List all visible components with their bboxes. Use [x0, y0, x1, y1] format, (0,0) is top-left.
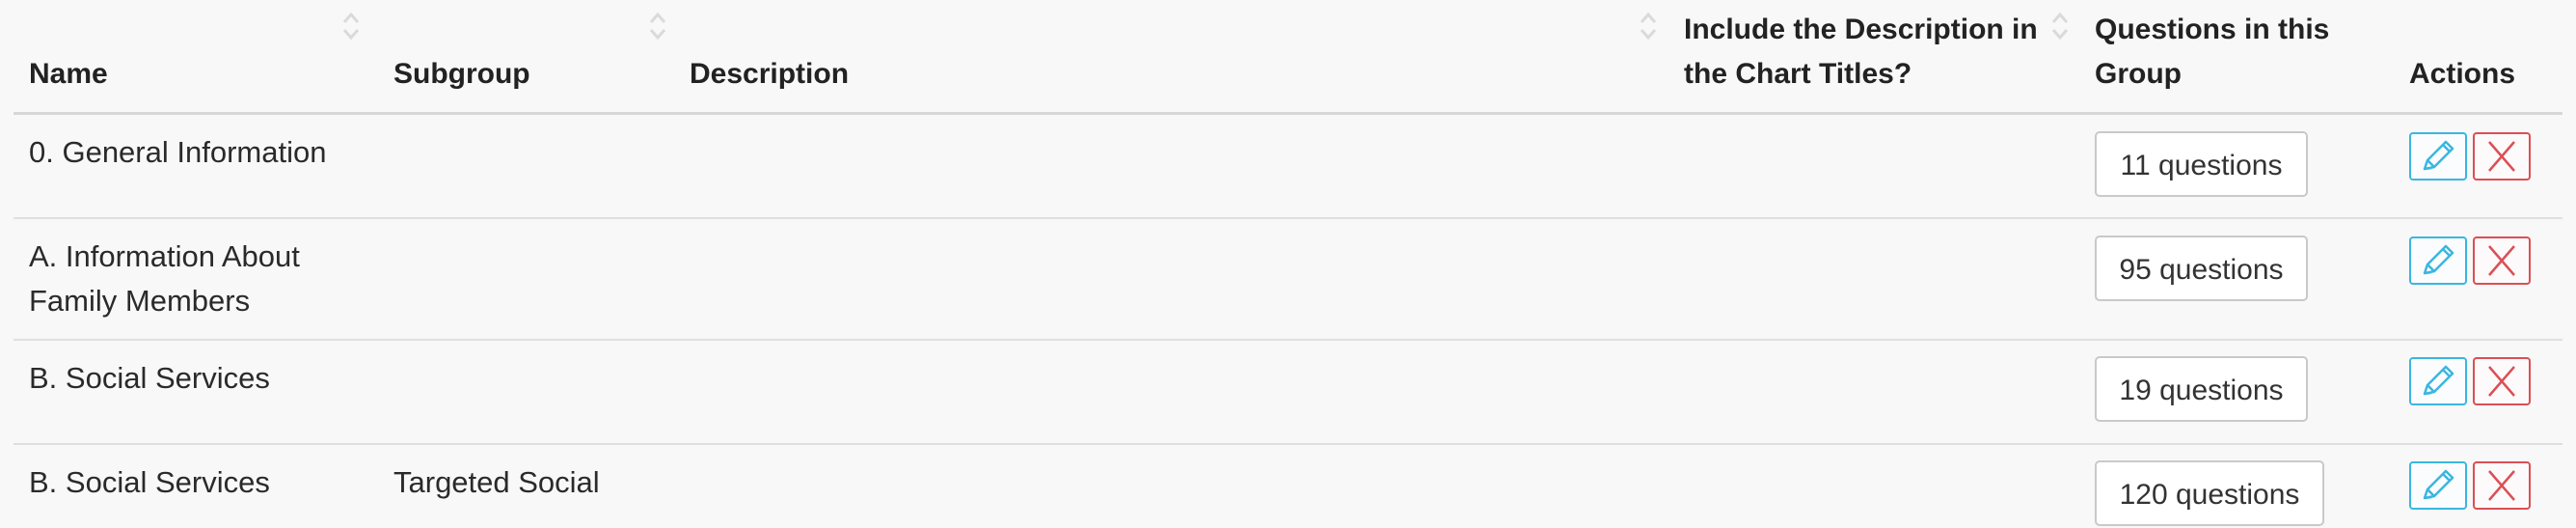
- sort-icon[interactable]: [341, 10, 361, 42]
- header-questions: Questions in this Group: [2095, 8, 2329, 97]
- pencil-icon: [2423, 365, 2454, 396]
- sort-icon[interactable]: [2050, 10, 2070, 42]
- row-name: A. Information About Family Members: [29, 239, 300, 318]
- delete-button[interactable]: [2473, 357, 2531, 405]
- header-include-description-line1: Include the Description in: [1684, 14, 2038, 45]
- row-name: B. Social Services: [29, 465, 270, 499]
- pencil-icon: [2423, 469, 2454, 500]
- header-questions-line2: Group: [2095, 58, 2182, 90]
- questions-count-button[interactable]: 11 questions: [2095, 131, 2308, 197]
- edit-button[interactable]: [2409, 461, 2467, 510]
- row-name: B. Social Services: [29, 361, 270, 395]
- edit-button[interactable]: [2409, 132, 2467, 181]
- questions-count-button[interactable]: 95 questions: [2095, 236, 2308, 301]
- delete-button[interactable]: [2473, 236, 2531, 285]
- header-subgroup[interactable]: Subgroup: [393, 52, 530, 97]
- pencil-icon: [2423, 140, 2454, 171]
- questions-count-button[interactable]: 19 questions: [2095, 356, 2308, 422]
- sort-icon[interactable]: [1639, 10, 1658, 42]
- table-row: B. Social Services Targeted Social 120 q…: [14, 445, 2562, 526]
- sort-icon[interactable]: [648, 10, 667, 42]
- question-groups-table: Name Subgroup Description Include the De…: [14, 0, 2562, 526]
- row-subgroup: Targeted Social: [393, 465, 600, 499]
- pencil-icon: [2423, 244, 2454, 275]
- edit-button[interactable]: [2409, 357, 2467, 405]
- questions-count-button[interactable]: 120 questions: [2095, 460, 2324, 526]
- edit-button[interactable]: [2409, 236, 2467, 285]
- header-include-description-line2: the Chart Titles?: [1684, 58, 1912, 90]
- table-row: 0. General Information 11 questions: [14, 115, 2562, 219]
- close-icon: [2488, 470, 2515, 501]
- header-actions: Actions: [2409, 58, 2516, 90]
- row-name: 0. General Information: [29, 135, 327, 169]
- header-include-description[interactable]: Include the Description in the Chart Tit…: [1684, 8, 2038, 97]
- header-name[interactable]: Name: [29, 52, 108, 97]
- close-icon: [2488, 141, 2515, 172]
- delete-button[interactable]: [2473, 132, 2531, 181]
- header-questions-line1: Questions in this: [2095, 14, 2330, 45]
- close-icon: [2488, 245, 2515, 276]
- close-icon: [2488, 366, 2515, 397]
- table-row: B. Social Services 19 questions: [14, 341, 2562, 445]
- delete-button[interactable]: [2473, 461, 2531, 510]
- table-header: Name Subgroup Description Include the De…: [14, 0, 2562, 115]
- header-description[interactable]: Description: [690, 52, 849, 97]
- table-row: A. Information About Family Members 95 q…: [14, 219, 2562, 341]
